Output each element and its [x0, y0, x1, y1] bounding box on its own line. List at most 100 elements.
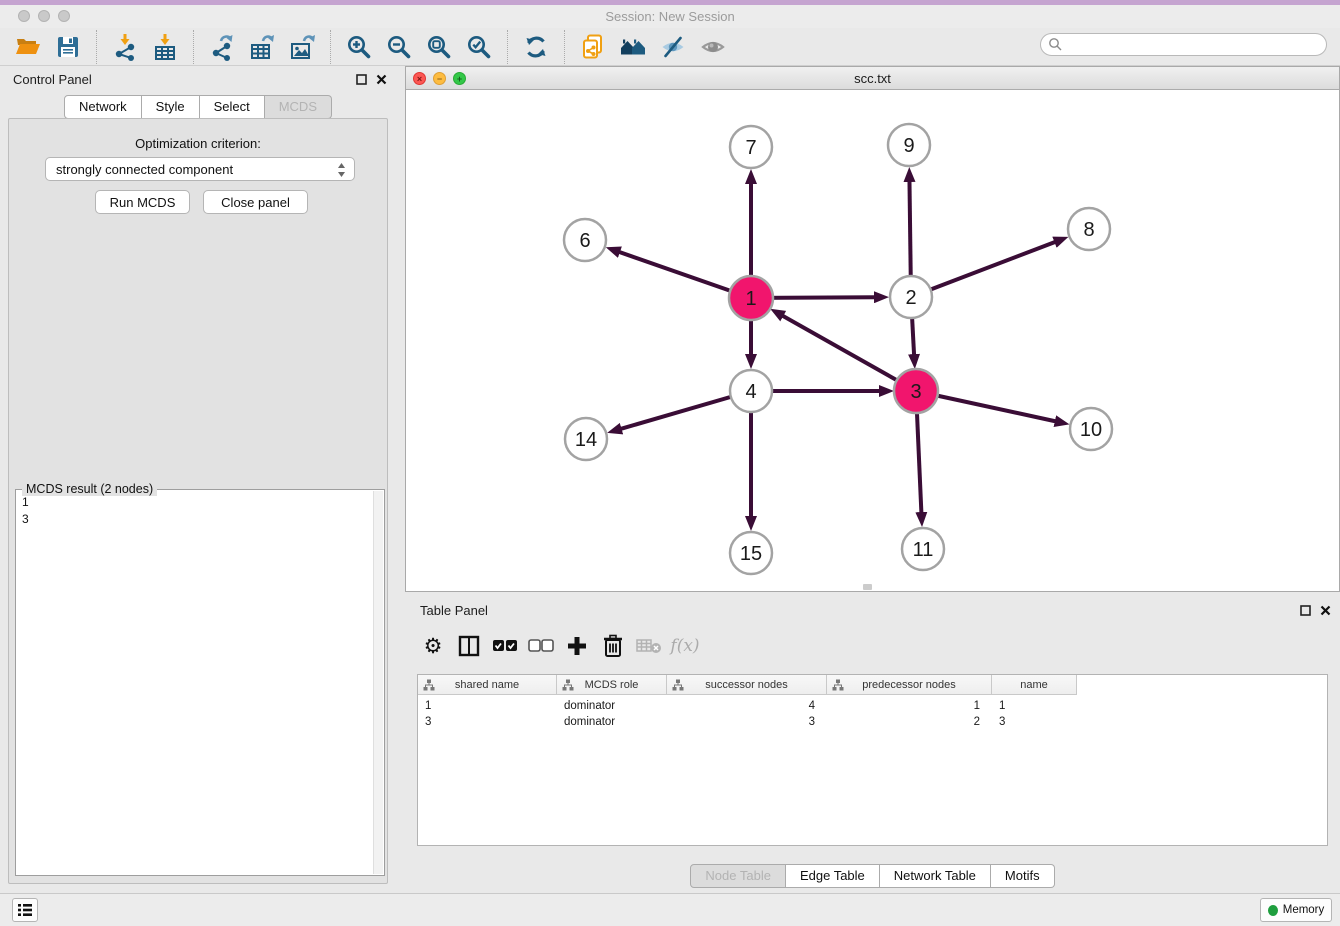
float-panel-icon[interactable] [354, 72, 368, 86]
cell-mcds-role[interactable]: dominator [557, 698, 667, 714]
cell-name[interactable]: 1 [992, 698, 1077, 714]
application-window: Session: New Session [0, 0, 1340, 926]
toggle-panel-columns-icon[interactable] [451, 628, 487, 664]
export-network-icon[interactable] [205, 30, 239, 64]
table-panel-header: Table Panel [405, 597, 1340, 623]
session-title: Session: New Session [0, 9, 1340, 24]
clone-network-icon[interactable] [576, 30, 610, 64]
cell-predecessor-nodes[interactable]: 2 [827, 714, 992, 730]
graph-node-label-7: 7 [745, 137, 756, 159]
network-window-title: scc.txt [406, 71, 1339, 86]
show-panels-menu-button[interactable] [12, 898, 38, 922]
show-all-icon[interactable] [696, 30, 730, 64]
node-table-header: shared name MCDS role successor nodes pr… [418, 675, 1077, 695]
graph-edges[interactable] [619, 181, 1056, 517]
network-window-titlebar[interactable]: × − + scc.txt [406, 67, 1339, 90]
zoom-fit-content-icon[interactable] [422, 30, 456, 64]
table-tabs: Node Table Edge Table Network Table Moti… [405, 864, 1340, 888]
close-panel-button[interactable]: Close panel [203, 190, 308, 214]
network-canvas[interactable]: 7968124314101511 [406, 90, 1339, 591]
search-field[interactable] [1040, 33, 1327, 56]
apply-preferred-layout-icon[interactable] [519, 30, 553, 64]
cell-shared-name[interactable]: 1 [418, 698, 557, 714]
node-table[interactable]: shared name MCDS role successor nodes pr… [417, 674, 1328, 846]
zoom-out-icon[interactable] [382, 30, 416, 64]
network-graph[interactable]: 7968124314101511 [406, 90, 1339, 591]
graph-node-label-14: 14 [575, 429, 597, 451]
function-builder-icon: f(x) [667, 628, 703, 664]
close-panel-icon[interactable] [374, 72, 388, 86]
graph-node-label-1: 1 [745, 288, 756, 310]
tab-style[interactable]: Style [142, 95, 200, 119]
run-mcds-button[interactable]: Run MCDS [95, 190, 190, 214]
column-settings-gear-icon[interactable]: ⚙ [415, 628, 451, 664]
cell-successor-nodes[interactable]: 4 [667, 698, 827, 714]
column-header-successor-nodes[interactable]: successor nodes [667, 675, 827, 695]
export-image-icon[interactable] [285, 30, 319, 64]
control-panel-title: Control Panel [13, 72, 92, 87]
close-table-panel-icon[interactable] [1318, 603, 1332, 617]
column-header-mcds-role[interactable]: MCDS role [557, 675, 667, 695]
export-table-icon[interactable] [245, 30, 279, 64]
select-stepper-icon [337, 162, 346, 181]
toolbar-separator [96, 30, 97, 64]
memory-status-icon [1268, 905, 1278, 916]
attribute-icon [832, 679, 844, 691]
import-network-from-file-icon[interactable] [108, 30, 142, 64]
import-table-from-file-icon[interactable] [148, 30, 182, 64]
tab-edge-table[interactable]: Edge Table [786, 864, 880, 888]
zoom-selected-region-icon[interactable] [462, 30, 496, 64]
delete-table-icon [631, 628, 667, 664]
table-row[interactable]: 3 dominator 3 2 3 [418, 714, 1077, 730]
hide-selected-icon[interactable] [656, 30, 690, 64]
delete-columns-icon[interactable] [595, 628, 631, 664]
table-panel-title: Table Panel [420, 603, 488, 618]
graph-edge-2-8[interactable] [911, 242, 1055, 297]
criterion-select[interactable]: strongly connected component [45, 157, 355, 181]
result-scrollbar[interactable] [373, 491, 383, 874]
tab-network[interactable]: Network [64, 95, 142, 119]
mcds-result-text: 1 3 [22, 494, 29, 528]
cell-predecessor-nodes[interactable]: 1 [827, 698, 992, 714]
column-header-shared-name[interactable]: shared name [418, 675, 557, 695]
mcds-result-box: MCDS result (2 nodes) 1 3 [15, 489, 385, 876]
graph-node-label-15: 15 [740, 543, 762, 565]
cell-successor-nodes[interactable]: 3 [667, 714, 827, 730]
deselect-all-rows-icon[interactable] [523, 628, 559, 664]
select-all-rows-icon[interactable] [487, 628, 523, 664]
tab-motifs[interactable]: Motifs [991, 864, 1055, 888]
tab-select[interactable]: Select [200, 95, 265, 119]
attribute-icon [672, 679, 684, 691]
open-session-icon[interactable] [11, 30, 45, 64]
cell-shared-name[interactable]: 3 [418, 714, 557, 730]
control-panel: Control Panel Network Style Select MCDS … [0, 66, 396, 893]
canvas-scrollbar-nub[interactable] [863, 584, 872, 590]
table-panel: Table Panel ⚙ [405, 597, 1340, 893]
graph-node-label-2: 2 [905, 287, 916, 309]
search-input[interactable] [1063, 36, 1326, 54]
mcds-result-title: MCDS result (2 nodes) [22, 482, 157, 496]
toolbar-separator [193, 30, 194, 64]
tab-node-table[interactable]: Node Table [690, 864, 786, 888]
float-table-panel-icon[interactable] [1298, 603, 1312, 617]
control-panel-header: Control Panel [0, 66, 396, 92]
tab-network-table[interactable]: Network Table [880, 864, 991, 888]
table-row[interactable]: 1 dominator 4 1 1 [418, 698, 1077, 714]
save-session-icon[interactable] [51, 30, 85, 64]
zoom-in-icon[interactable] [342, 30, 376, 64]
memory-button[interactable]: Memory [1260, 898, 1332, 922]
column-header-predecessor-nodes[interactable]: predecessor nodes [827, 675, 992, 695]
window-titlebar[interactable]: Session: New Session [0, 5, 1340, 28]
cell-mcds-role[interactable]: dominator [557, 714, 667, 730]
first-neighbors-of-selected-icon[interactable] [616, 30, 650, 64]
column-header-name[interactable]: name [992, 675, 1077, 695]
graph-node-label-4: 4 [745, 381, 756, 403]
graph-node-label-9: 9 [903, 135, 914, 157]
table-toolbar: ⚙ f(x) [415, 625, 703, 667]
tab-mcds[interactable]: MCDS [265, 95, 332, 119]
search-icon [1048, 37, 1063, 52]
toolbar-separator [507, 30, 508, 64]
optimization-criterion-label: Optimization criterion: [9, 136, 387, 151]
cell-name[interactable]: 3 [992, 714, 1077, 730]
add-column-icon[interactable] [559, 628, 595, 664]
